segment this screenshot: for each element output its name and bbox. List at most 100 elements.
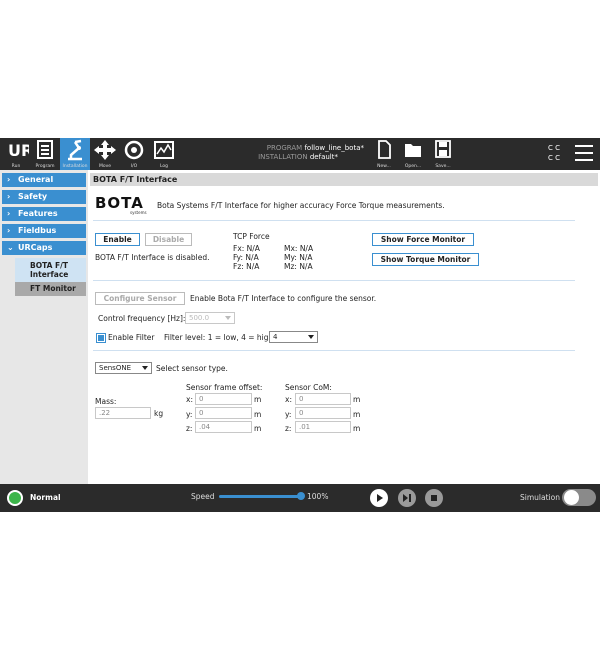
- sidebar-subitem-ft-monitor[interactable]: FT Monitor: [15, 282, 86, 296]
- offset-z-label: z:: [186, 424, 193, 433]
- offset-z-input[interactable]: .04: [195, 421, 252, 433]
- simulation-toggle[interactable]: [562, 489, 596, 506]
- play-button[interactable]: [370, 489, 388, 507]
- play-icon: [377, 494, 383, 502]
- unit-m: m: [353, 410, 361, 419]
- log-tab[interactable]: Log: [151, 138, 177, 170]
- stop-button[interactable]: [425, 489, 443, 507]
- mass-label: Mass:: [95, 397, 117, 406]
- chevron-right-icon: ›: [7, 175, 11, 184]
- divider: [93, 350, 575, 351]
- fy-value: Fy: N/A: [233, 253, 259, 262]
- hamburger-menu-icon[interactable]: [575, 145, 593, 163]
- sidebar-item-label: Features: [18, 209, 58, 218]
- sensor-type-select[interactable]: SensONE: [95, 362, 152, 374]
- new-label: New...: [377, 164, 391, 169]
- move-arrows-icon: [94, 140, 116, 160]
- com-x-input[interactable]: 0: [295, 393, 351, 405]
- enable-button[interactable]: Enable: [95, 233, 140, 246]
- control-cc-indicator[interactable]: C C C C: [543, 143, 565, 163]
- disable-button[interactable]: Disable: [145, 233, 192, 246]
- unit-m: m: [254, 410, 262, 419]
- sensor-type-value: SensONE: [99, 364, 132, 372]
- sidebar-item-features[interactable]: › Features: [2, 207, 86, 221]
- new-program-button[interactable]: New...: [373, 138, 395, 170]
- installation-caption: INSTALLATION: [258, 153, 308, 161]
- program-caption: PROGRAM: [266, 144, 303, 152]
- my-value: My: N/A: [284, 253, 313, 262]
- sidebar-item-label: Fieldbus: [18, 226, 57, 235]
- speed-slider-handle[interactable]: [297, 492, 305, 500]
- top-toolbar: UR Run Program Installation Move I/O Log…: [0, 138, 600, 170]
- offset-y-label: y:: [186, 410, 193, 419]
- tcp-force-heading: TCP Force: [233, 232, 270, 241]
- frame-offset-label: Sensor frame offset:: [186, 383, 263, 392]
- speed-label: Speed: [191, 492, 215, 501]
- step-button[interactable]: [398, 489, 416, 507]
- robot-status-icon[interactable]: [7, 490, 23, 506]
- bottom-status-bar: Normal Speed 100% Simulation: [0, 484, 600, 512]
- save-program-button[interactable]: Save...: [432, 138, 454, 170]
- configure-sensor-button[interactable]: Configure Sensor: [95, 292, 185, 305]
- robot-status-text: Normal: [30, 493, 61, 502]
- show-force-monitor-button[interactable]: Show Force Monitor: [372, 233, 474, 246]
- log-label: Log: [159, 164, 169, 169]
- program-tab[interactable]: Program: [31, 138, 59, 170]
- bota-logo: BOTA systems: [95, 194, 147, 215]
- stop-icon: [431, 495, 437, 501]
- chevron-right-icon: ›: [7, 209, 11, 218]
- speed-slider[interactable]: [219, 492, 305, 500]
- save-disk-icon: [435, 140, 451, 158]
- sidebar-subitem-bota-ft[interactable]: BOTA F/T Interface: [15, 258, 86, 282]
- panel-description: Bota Systems F/T Interface for higher ac…: [157, 201, 445, 210]
- com-x-label: x:: [285, 395, 292, 404]
- divider: [93, 280, 575, 281]
- mass-input[interactable]: .22: [95, 407, 151, 419]
- sidebar-item-general[interactable]: › General: [2, 173, 86, 187]
- mz-value: Mz: N/A: [284, 262, 313, 271]
- offset-x-input[interactable]: 0: [195, 393, 252, 405]
- control-frequency-field[interactable]: 500.0: [185, 312, 235, 324]
- com-z-label: z:: [285, 424, 292, 433]
- com-z-input[interactable]: .01: [295, 421, 351, 433]
- fz-value: Fz: N/A: [233, 262, 260, 271]
- divider: [93, 220, 575, 221]
- offset-x-label: x:: [186, 395, 193, 404]
- checkbox-check-icon: [98, 335, 104, 341]
- installation-name: default*: [309, 153, 338, 161]
- filter-level-value: 4: [273, 333, 278, 341]
- io-tab[interactable]: I/O: [121, 138, 147, 170]
- simulation-label: Simulation: [520, 493, 560, 502]
- program-icon: [37, 140, 53, 159]
- unit-m: m: [353, 395, 361, 404]
- offset-y-input[interactable]: 0: [195, 407, 252, 419]
- filter-level-select[interactable]: 4: [269, 331, 318, 343]
- sidebar-item-label: Safety: [18, 192, 48, 201]
- open-label: Open...: [404, 164, 422, 169]
- com-y-input[interactable]: 0: [295, 407, 351, 419]
- program-name-line: PROGRAM follow_line_bota*: [258, 144, 364, 152]
- step-forward-icon: [403, 494, 411, 502]
- chevron-right-icon: ›: [7, 192, 11, 201]
- enable-filter-checkbox[interactable]: [96, 333, 106, 343]
- svg-text:systems: systems: [130, 210, 147, 215]
- sidebar-item-fieldbus[interactable]: › Fieldbus: [2, 224, 86, 238]
- fx-value: Fx: N/A: [233, 244, 260, 253]
- io-label: I/O: [130, 164, 138, 169]
- sidebar-item-urcaps[interactable]: ⌄ URCaps: [2, 241, 86, 255]
- panel-title: BOTA F/T Interface: [90, 173, 598, 186]
- show-torque-monitor-button[interactable]: Show Torque Monitor: [372, 253, 479, 266]
- ur-logo-icon: UR: [8, 141, 33, 160]
- sidebar-item-label: URCaps: [18, 243, 53, 252]
- mx-value: Mx: N/A: [284, 244, 314, 253]
- control-frequency-value: 500.0: [189, 314, 210, 322]
- unit-m: m: [254, 424, 262, 433]
- cc-bottom: C C: [547, 154, 560, 162]
- sidebar-item-safety[interactable]: › Safety: [2, 190, 86, 204]
- run-tab[interactable]: UR Run: [3, 138, 33, 170]
- installation-tab[interactable]: Installation: [60, 138, 90, 170]
- move-tab[interactable]: Move: [92, 138, 118, 170]
- folder-icon: [405, 144, 421, 157]
- io-icon: [124, 140, 144, 160]
- open-program-button[interactable]: Open...: [402, 138, 424, 170]
